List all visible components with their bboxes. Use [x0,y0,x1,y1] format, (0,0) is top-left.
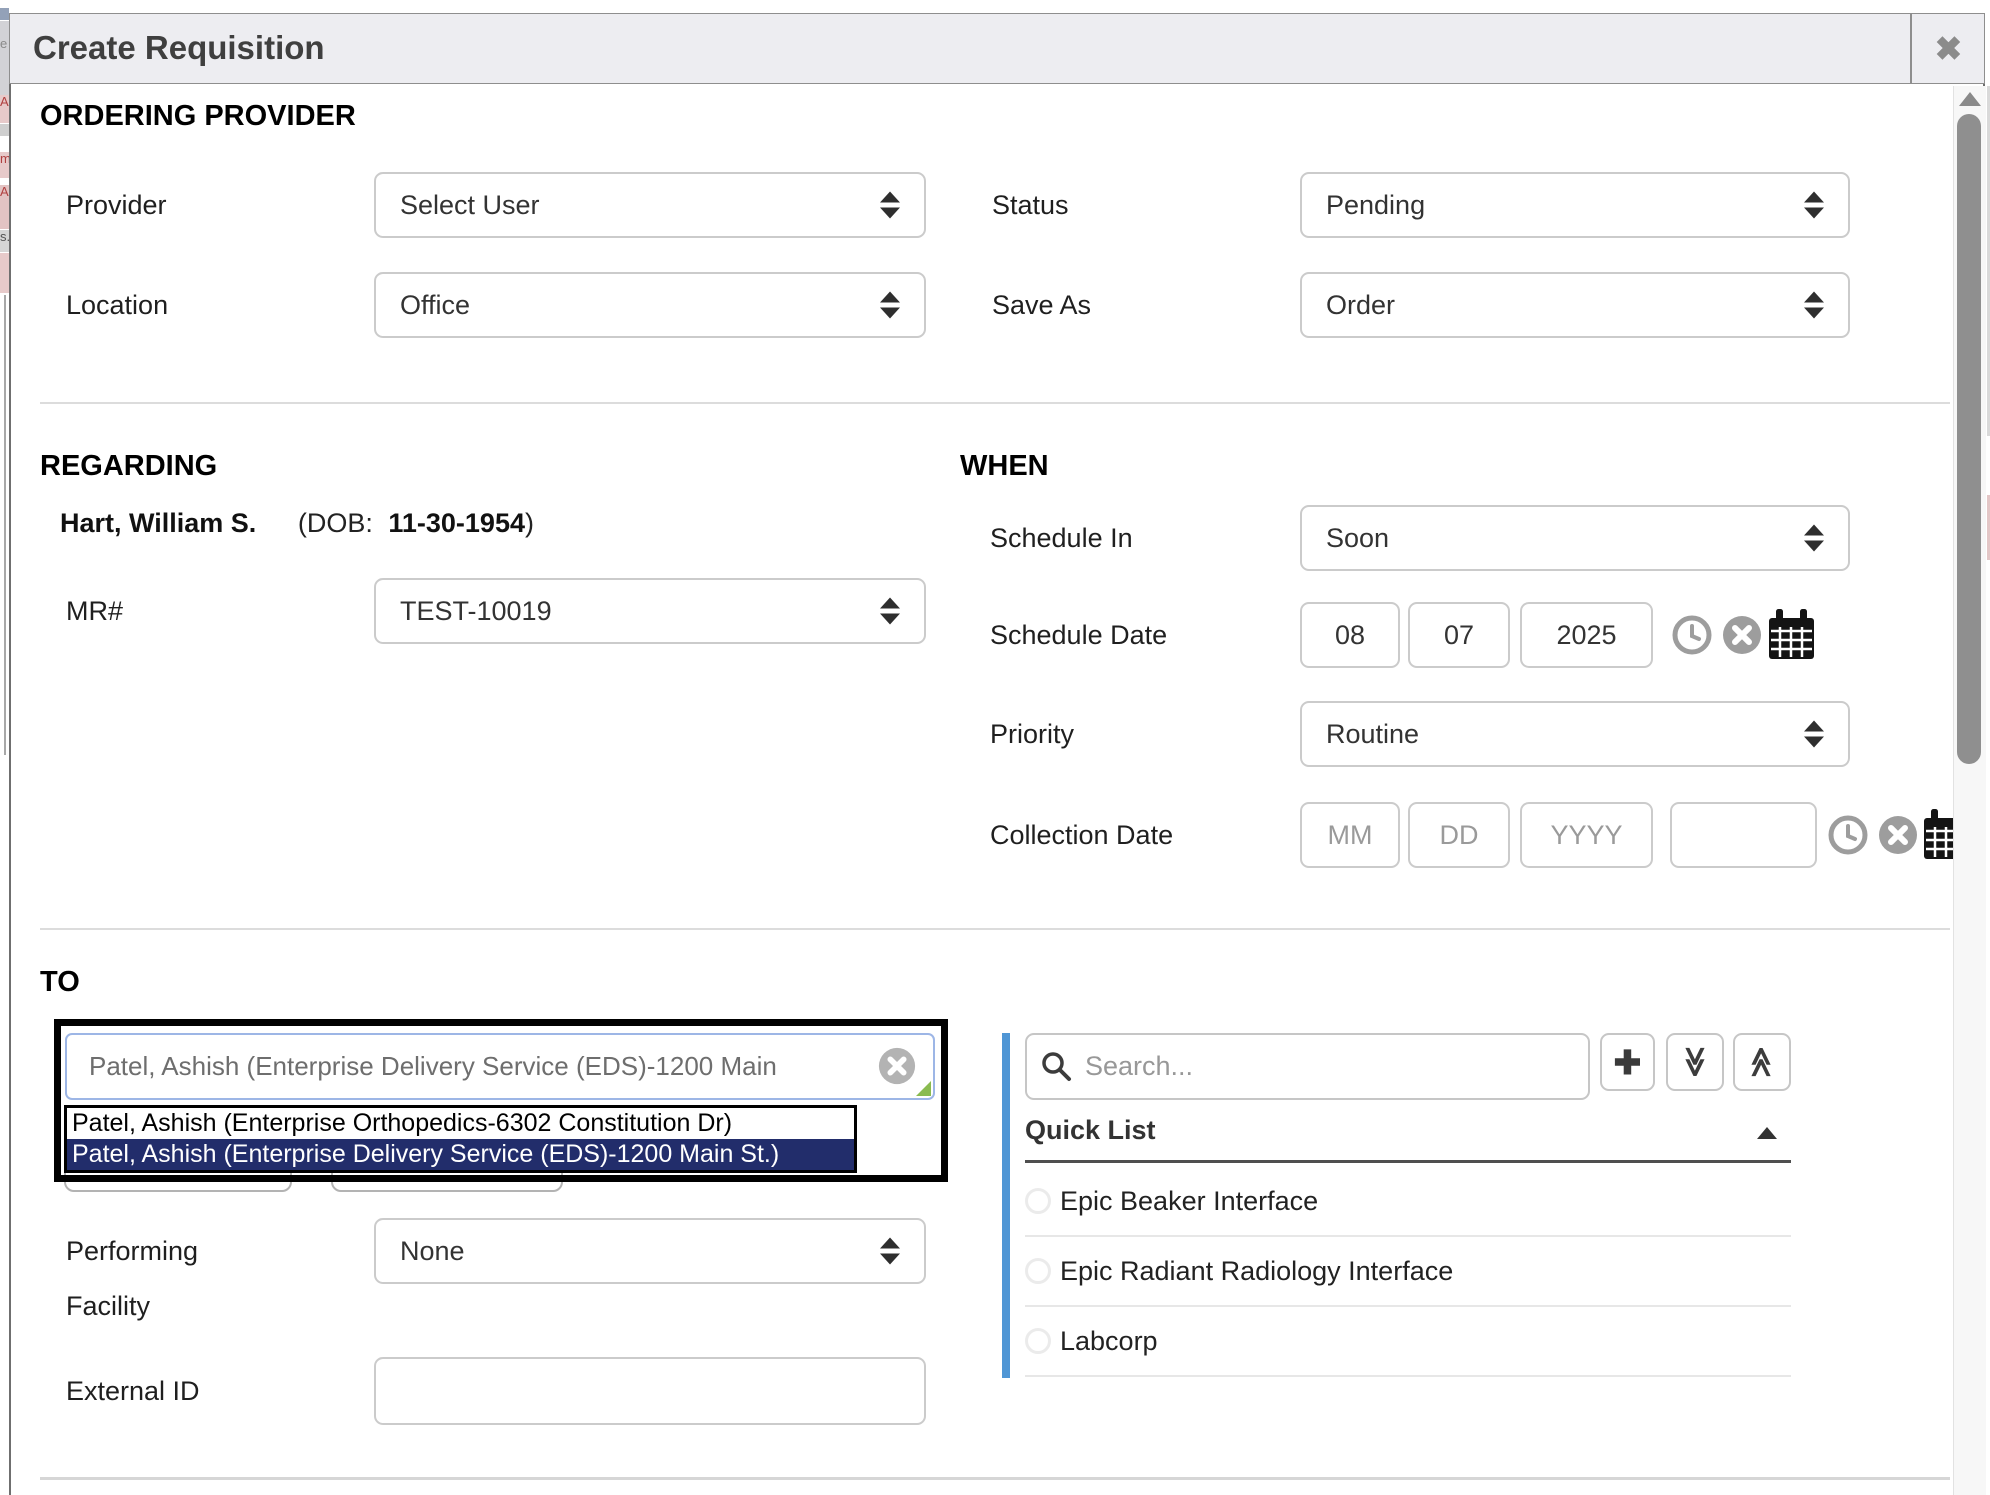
performing-facility-select-value: None [400,1236,465,1267]
list-item-status-circle-icon [1025,1188,1051,1214]
save-as-select-value: Order [1326,290,1395,321]
select-arrows-icon [880,598,900,625]
close-button[interactable]: ✖ [1912,14,1985,83]
collection-date-clear-icon[interactable] [1877,814,1919,856]
expand-all-button[interactable]: ≫ [1666,1033,1724,1091]
patient-name: Hart, William S. [60,508,256,538]
patient-dob-value: 11-30-1954 [388,508,525,538]
close-icon: ✖ [1935,29,1963,68]
mr-number-select-value: TEST-10019 [400,596,552,627]
quick-list-underline [1025,1160,1791,1163]
priority-label: Priority [990,719,1074,749]
schedule-time-clock-icon[interactable] [1671,614,1713,656]
page-title: Create Requisition [33,13,325,84]
collapse-all-button[interactable]: ≫ [1733,1033,1791,1091]
suggestion-item-highlighted[interactable]: Patel, Ashish (Enterprise Delivery Servi… [67,1139,854,1170]
panel-accent-bar [1002,1033,1010,1378]
patient-line: Hart, William S. (DOB: 11-30-1954) [60,508,534,538]
section-heading-to: TO [40,966,80,998]
collection-time-clock-icon[interactable] [1827,814,1869,856]
select-arrows-icon [880,292,900,319]
recipient-suggestion-list: Patel, Ashish (Enterprise Orthopedics-63… [64,1105,857,1173]
section-heading-when: WHEN [960,450,1049,482]
schedule-in-select[interactable]: Soon [1300,505,1850,571]
quick-list-heading: Quick List [1025,1114,1156,1146]
section-heading-regarding: REGARDING [40,450,217,482]
schedule-in-select-value: Soon [1326,523,1389,554]
provider-select-value: Select User [400,190,540,221]
collection-date-day-input[interactable] [1408,802,1510,868]
quick-list-item[interactable]: Epic Beaker Interface [1060,1186,1318,1216]
search-icon [1040,1050,1072,1082]
recipient-search-input[interactable] [65,1033,935,1100]
quick-list-item[interactable]: Labcorp [1060,1326,1158,1356]
mr-number-label: MR# [66,596,123,626]
mr-number-select[interactable]: TEST-10019 [374,578,926,644]
external-id-label: External ID [66,1376,200,1406]
scrollbar-thumb[interactable] [1957,114,1981,764]
create-requisition-modal-screen: e A m A s. Create Requisition ✖ ORDERING… [0,0,1990,1495]
list-divider [1025,1235,1791,1237]
section-divider [40,928,1950,930]
location-label: Location [66,290,168,320]
select-arrows-icon [880,1238,900,1265]
provider-select[interactable]: Select User [374,172,926,238]
collection-date-month-input[interactable] [1300,802,1400,868]
schedule-in-label: Schedule In [990,523,1133,553]
provider-label: Provider [66,190,167,220]
list-divider [1025,1375,1791,1377]
select-arrows-icon [1804,525,1824,552]
quick-list-item[interactable]: Epic Radiant Radiology Interface [1060,1256,1453,1286]
section-heading-ordering-provider: ORDERING PROVIDER [40,100,356,132]
collection-date-year-input[interactable] [1520,802,1653,868]
double-chevron-down-icon: ≫ [1680,1046,1710,1077]
select-arrows-icon [880,192,900,219]
double-chevron-up-icon: ≫ [1747,1046,1777,1077]
resize-handle-icon[interactable] [916,1081,931,1096]
patient-dob-close: ) [525,508,534,538]
priority-select[interactable]: Routine [1300,701,1850,767]
select-arrows-icon [1804,192,1824,219]
schedule-date-label: Schedule Date [990,620,1167,650]
list-item-status-circle-icon [1025,1258,1051,1284]
status-label: Status [992,190,1069,220]
save-as-select[interactable]: Order [1300,272,1850,338]
performing-facility-label-line1: Performing [66,1236,198,1266]
directory-search-input[interactable] [1025,1033,1590,1100]
location-select-value: Office [400,290,470,321]
section-divider [40,402,1950,404]
schedule-date-day-input[interactable] [1408,602,1510,668]
performing-facility-label-line2: Facility [66,1291,150,1321]
collection-time-input[interactable] [1670,802,1817,868]
schedule-date-clear-icon[interactable] [1721,614,1763,656]
location-select[interactable]: Office [374,272,926,338]
schedule-date-month-input[interactable] [1300,602,1400,668]
schedule-date-year-input[interactable] [1520,602,1653,668]
priority-select-value: Routine [1326,719,1419,750]
schedule-date-calendar-icon[interactable] [1768,609,1815,661]
add-recipient-button[interactable]: ✚ [1600,1033,1655,1091]
collapse-triangle-icon[interactable] [1757,1127,1777,1139]
scrollbar-up-arrow-icon[interactable] [1959,92,1981,106]
list-divider [1025,1305,1791,1307]
collection-date-label: Collection Date [990,820,1173,850]
patient-dob-label: (DOB: [298,508,373,538]
suggestion-item[interactable]: Patel, Ashish (Enterprise Orthopedics-63… [67,1108,854,1139]
save-as-label: Save As [992,290,1091,320]
performing-facility-select[interactable]: None [374,1218,926,1284]
footer-divider [40,1477,1950,1480]
plus-icon: ✚ [1614,1046,1642,1079]
external-id-input[interactable] [374,1357,926,1425]
select-arrows-icon [1804,292,1824,319]
list-item-status-circle-icon [1025,1328,1051,1354]
status-select-value: Pending [1326,190,1425,221]
status-select[interactable]: Pending [1300,172,1850,238]
recipient-clear-icon[interactable] [877,1046,917,1086]
select-arrows-icon [1804,721,1824,748]
